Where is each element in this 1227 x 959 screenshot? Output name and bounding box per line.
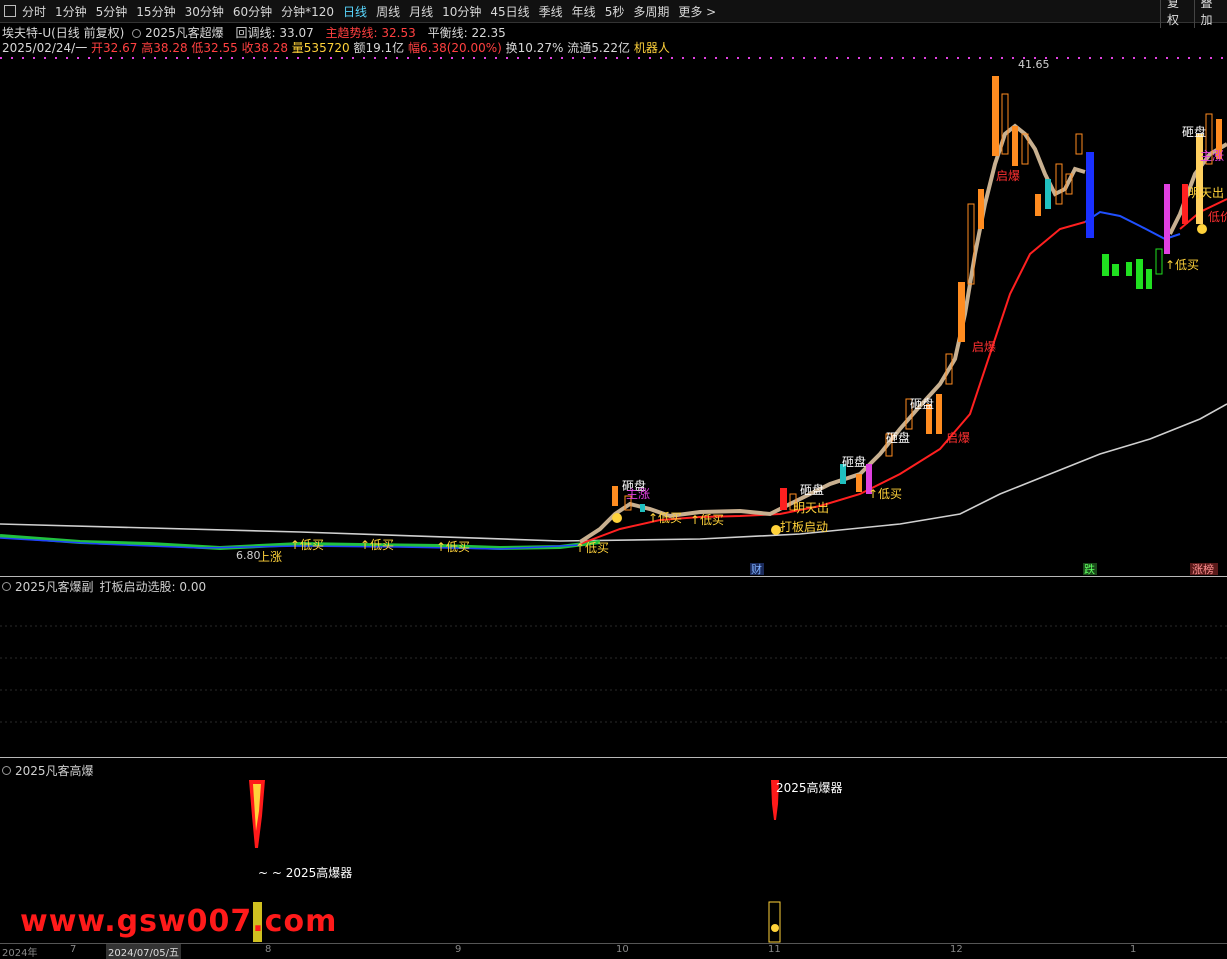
huitiao-value: 回调线: 33.07 — [236, 26, 314, 40]
robot-link[interactable]: 机器人 — [634, 41, 670, 55]
toolbar-right: 复权 叠加 — [1160, 0, 1227, 22]
tab-monthly[interactable]: 月线 — [409, 3, 433, 20]
axis-label-1: 7 — [70, 944, 76, 955]
quote-close: 收38.28 — [242, 41, 288, 55]
period-toolbar: 分时 1分钟 5分钟 15分钟 30分钟 60分钟 分钟*120 日线 周线 月… — [0, 0, 1227, 23]
main-kline-chart[interactable]: 41.65 6.80 砸盘 砸盘 砸盘 砸盘 砸盘 砸盘 ↑低买 ↑低买 ↑低买… — [0, 54, 1227, 576]
coin-icon-3 — [1197, 224, 1207, 234]
panel-separator-2[interactable] — [0, 757, 1227, 758]
axis-label-3: 8 — [265, 944, 271, 955]
quote-low: 低32.55 — [191, 41, 237, 55]
tab-fenshi[interactable]: 分时 — [22, 3, 46, 20]
tab-120min[interactable]: 分钟*120 — [281, 3, 334, 20]
tab-45day[interactable]: 45日线 — [490, 3, 529, 20]
axis-label-2: 2024/07/05/五 — [106, 944, 181, 959]
label-dimai-6: ↑低买 — [360, 538, 394, 552]
pingheng-value: 平衡线: 22.35 — [428, 26, 506, 40]
tab-5sec[interactable]: 5秒 — [605, 3, 625, 20]
label-qibao-3: 启爆 — [946, 431, 970, 445]
tab-15min[interactable]: 15分钟 — [136, 3, 175, 20]
ma-red-line — [580, 222, 1085, 544]
stock-name: 埃夫特-U(日线 前复权) — [2, 26, 124, 40]
sub1-dot-icon[interactable] — [2, 582, 11, 591]
quote-open: 开32.67 — [91, 41, 137, 55]
sub1-panel[interactable] — [0, 596, 1227, 756]
sub1-title: 2025凡客爆副 — [15, 578, 94, 595]
tab-more[interactable]: 更多 > — [678, 3, 716, 20]
date-axis: 2024年 7 2024/07/05/五 8 9 10 11 12 1 — [0, 943, 1227, 955]
marker-die: 跌 — [1084, 562, 1095, 576]
label-dabanqidong: 打板启动 — [780, 520, 828, 534]
label-dimai-5: ↑低买 — [1165, 258, 1199, 272]
quote-amount: 额19.1亿 — [353, 41, 404, 55]
label-zapan-3: 砸盘 — [842, 454, 866, 469]
fuquan-button[interactable]: 复权 — [1160, 0, 1194, 28]
label-qibao-2: 启爆 — [972, 340, 996, 354]
sub2-label-2: 2025高爆器 — [776, 780, 843, 795]
quote-high: 高38.28 — [141, 41, 187, 55]
diejia-button[interactable]: 叠加 — [1194, 0, 1227, 28]
tab-daily[interactable]: 日线 — [343, 3, 367, 20]
label-zhuzhang-2: 主涨 — [1200, 148, 1224, 163]
sub1-title-bar: 2025凡客爆副 打板启动选股: 0.00 — [2, 578, 206, 595]
sub2-label-1: ~ ~ 2025高爆器 — [258, 865, 352, 880]
axis-label-8: 1 — [1130, 944, 1136, 955]
sub2-dot-icon[interactable] — [2, 766, 11, 775]
label-dimai-3: ↑低买 — [690, 513, 724, 527]
quote-date: 2025/02/24/一 — [2, 41, 87, 55]
tab-multi-period[interactable]: 多周期 — [633, 3, 669, 20]
tab-5min[interactable]: 5分钟 — [96, 3, 128, 20]
tab-quarterly[interactable]: 季线 — [539, 3, 563, 20]
label-dimai-1: ↑低买 — [575, 541, 609, 555]
quote-volume: 量535720 — [292, 41, 350, 55]
coin-icon-2 — [612, 513, 622, 523]
indicator-dot-icon[interactable] — [132, 29, 141, 38]
quote-float: 流通5.22亿 — [567, 41, 630, 55]
indicator-name: 2025凡客超爆 — [145, 26, 224, 40]
label-dimai-7: ↑低买 — [436, 540, 470, 554]
price-high-label: 41.65 — [1018, 58, 1050, 71]
label-xianjia: 低价 — [1208, 210, 1227, 224]
label-mingtianchu-2: 明天出 — [1188, 186, 1224, 200]
tab-yearly[interactable]: 年线 — [572, 3, 596, 20]
marker-zhangbang: 涨榜 — [1192, 562, 1214, 576]
tab-weekly[interactable]: 周线 — [376, 3, 400, 20]
label-qibao-1: 启爆 — [996, 169, 1020, 183]
tab-30min[interactable]: 30分钟 — [185, 3, 224, 20]
quote-turnover: 换10.27% — [506, 41, 564, 55]
label-zapan-6: 砸盘 — [1182, 124, 1206, 139]
panel-separator-1[interactable] — [0, 576, 1227, 577]
candles — [612, 76, 1222, 512]
ma-tan-line — [580, 126, 1085, 542]
price-low-label: 6.80 — [236, 549, 261, 562]
zhuqu-value: 主趋势线: 32.53 — [326, 26, 416, 40]
label-shangzhang: 上涨 — [258, 549, 282, 564]
tab-1min[interactable]: 1分钟 — [55, 3, 87, 20]
watermark: www.gsw007.com — [20, 904, 337, 939]
axis-label-6: 11 — [768, 944, 781, 955]
coin-icon-4 — [771, 924, 779, 932]
sub1-value: 打板启动选股: 0.00 — [100, 578, 207, 595]
quote-change: 幅6.38(20.00%) — [408, 41, 502, 55]
axis-label-7: 12 — [950, 944, 963, 955]
axis-label-4: 9 — [455, 944, 461, 955]
label-dimai-2: ↑低买 — [648, 511, 682, 525]
label-zapan-2: 砸盘 — [800, 482, 824, 497]
axis-label-0: 2024年 — [2, 944, 37, 959]
label-zapan-5: 砸盘 — [910, 396, 934, 411]
label-mingtianchu-1: 明天出 — [793, 501, 829, 515]
tab-60min[interactable]: 60分钟 — [233, 3, 272, 20]
label-zhuzhang-1: 主涨 — [626, 486, 650, 501]
marker-cai: 财 — [751, 562, 762, 576]
label-zapan-4: 砸盘 — [886, 430, 910, 445]
label-dimai-8: ↑低买 — [290, 538, 324, 552]
bottom-box — [769, 902, 780, 942]
coin-icon-1 — [771, 525, 781, 535]
tab-10min[interactable]: 10分钟 — [442, 3, 481, 20]
menu-square-icon[interactable] — [4, 5, 16, 17]
axis-label-5: 10 — [616, 944, 629, 955]
label-dimai-4: ↑低买 — [868, 487, 902, 501]
